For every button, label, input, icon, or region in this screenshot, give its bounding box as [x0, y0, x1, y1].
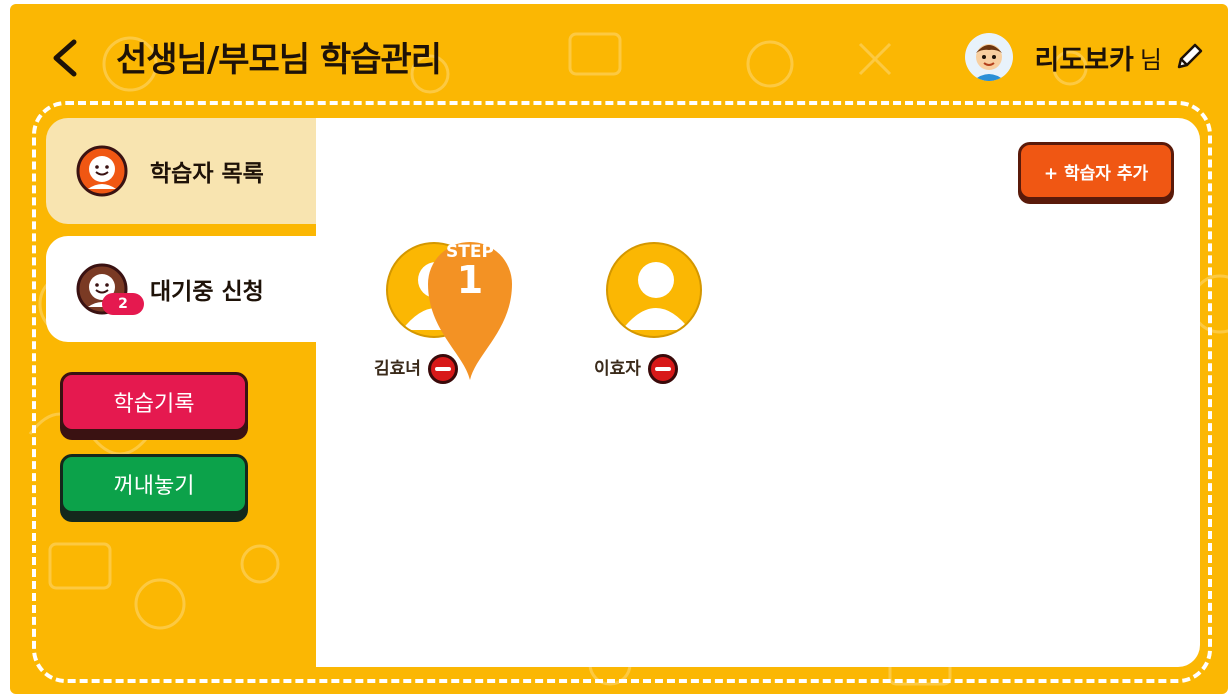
tab-label: 학습자 목록: [150, 161, 264, 187]
step-marker: STEP 1: [424, 234, 516, 384]
user-avatar[interactable]: [964, 33, 1013, 81]
user-name: 리도보카: [1034, 44, 1134, 76]
learner-name: 이효자: [594, 359, 641, 379]
tab-pending-requests[interactable]: 2 대기중 신청: [46, 236, 316, 342]
tab-icon-wrap: 2: [76, 263, 144, 315]
add-learner-button[interactable]: + 학습자 추가: [1018, 142, 1174, 200]
person-placeholder-icon: [622, 262, 690, 330]
learner-avatar: [606, 242, 702, 338]
pencil-icon: [1177, 43, 1203, 69]
page-title: 선생님/부모님 학습관리: [116, 40, 442, 80]
minus-icon: [655, 367, 671, 371]
learner-name: 김효녀: [374, 359, 421, 379]
pending-count-badge: 2: [102, 293, 144, 315]
learner-card[interactable]: 이효자: [578, 242, 708, 392]
edit-button[interactable]: [1172, 40, 1206, 74]
smiley-face-icon: [76, 145, 128, 197]
header: 선생님/부모님 학습관리 리도보카 님: [10, 4, 1228, 104]
take-out-button[interactable]: 꺼내놓기: [60, 454, 248, 514]
learner-panel: + 학습자 추가 김효녀 이효자 STEP 1: [316, 118, 1200, 667]
remove-learner-button[interactable]: [648, 354, 678, 384]
user-suffix: 님: [1139, 45, 1162, 74]
step-number: 1: [456, 258, 484, 302]
back-button[interactable]: [42, 34, 86, 82]
tab-label: 대기중 신청: [150, 279, 264, 305]
chevron-left-icon: [53, 39, 77, 77]
tab-learner-list[interactable]: 학습자 목록: [46, 118, 316, 224]
app-frame: 선생님/부모님 학습관리 리도보카 님 학습자 목록 2 대기중 신청 학습기록…: [10, 4, 1228, 694]
child-avatar-icon: [964, 33, 1013, 81]
learning-records-button[interactable]: 학습기록: [60, 372, 248, 432]
user-area: 리도보카 님: [964, 30, 1206, 84]
tab-icon-wrap: [76, 145, 128, 197]
